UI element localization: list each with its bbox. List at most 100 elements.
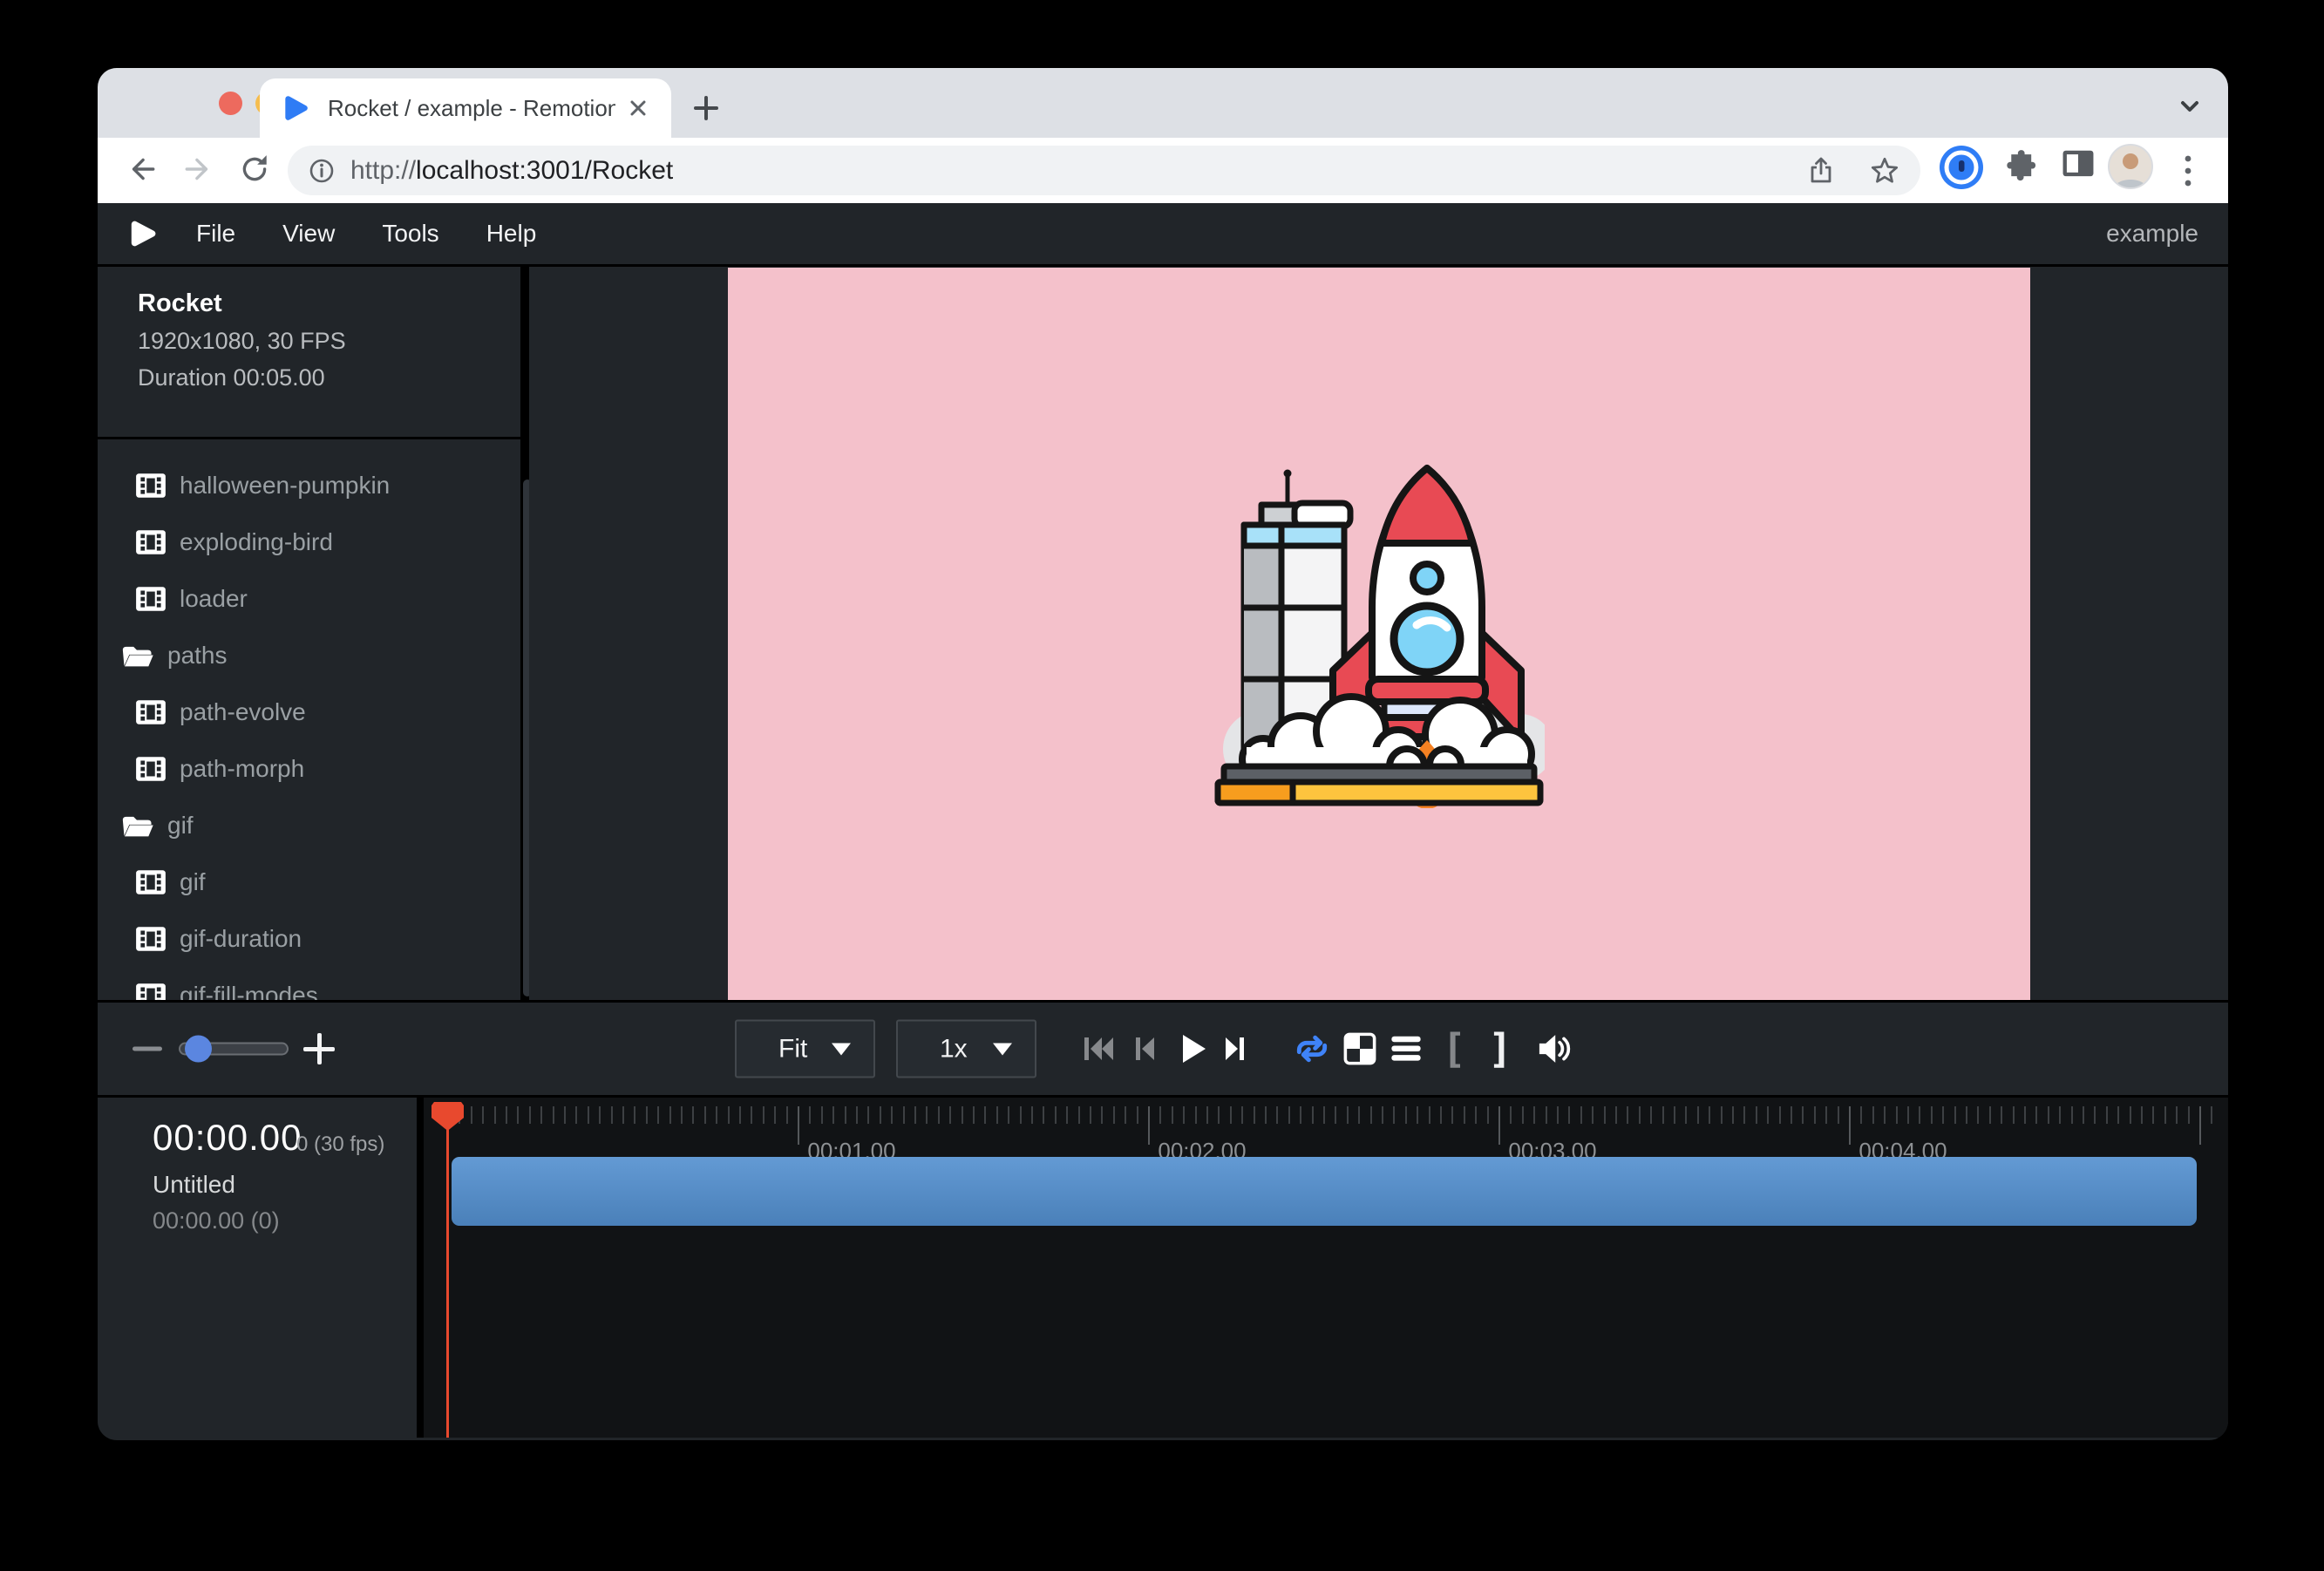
workspace-label: example — [2106, 220, 2198, 248]
compositions-sidebar: Rocket 1920x1080, 30 FPS Duration 00:05.… — [98, 267, 520, 1000]
timeline-rows-button[interactable] — [1390, 1034, 1423, 1064]
out-point-button[interactable]: ] — [1488, 1029, 1512, 1069]
playhead-line — [446, 1103, 449, 1438]
sidebar-divider — [98, 437, 520, 439]
reload-button[interactable] — [228, 143, 281, 195]
sidebar-folder-paths[interactable]: paths — [98, 627, 520, 684]
sidebar-composition-loader[interactable]: loader — [98, 570, 520, 628]
playback-rate-value: 1x — [940, 1034, 968, 1064]
film-icon — [134, 472, 167, 500]
share-icon[interactable] — [1805, 155, 1837, 187]
sidebar-composition-gif-duration[interactable]: gif-duration — [98, 910, 520, 968]
transparency-checkerboard-button[interactable] — [1343, 1032, 1376, 1065]
playhead-handle[interactable] — [432, 1102, 464, 1131]
sidebar-item-label: paths — [167, 642, 228, 670]
tab-search-chevron-icon[interactable] — [2172, 89, 2207, 124]
bookmark-star-icon[interactable] — [1868, 154, 1901, 187]
sidebar-folder-gif[interactable]: gif — [98, 797, 520, 854]
play-button[interactable] — [1179, 1032, 1208, 1065]
timeline-track-area[interactable]: 00:01.0000:02.0000:03.0000:04.00 — [424, 1098, 2228, 1438]
sidebar-item-label: exploding-bird — [180, 528, 333, 556]
sidebar-item-label: gif — [167, 812, 194, 840]
menu-help[interactable]: Help — [463, 220, 561, 248]
playback-controls-bar: Fit 1x [ ] — [98, 1000, 2228, 1098]
film-icon — [134, 868, 167, 896]
preview-area — [529, 267, 2228, 1000]
menu-view[interactable]: View — [259, 220, 358, 248]
main-content: Rocket 1920x1080, 30 FPS Duration 00:05.… — [98, 267, 2228, 1000]
sidebar-item-label: path-morph — [180, 755, 304, 783]
sidebar-composition-gif[interactable]: gif — [98, 854, 520, 911]
desktop-background: Rocket / example - Remotion P http://loc… — [0, 0, 2324, 1571]
sidebar-composition-path-morph[interactable]: path-morph — [98, 740, 520, 798]
sidebar-item-label: halloween-pumpkin — [180, 472, 390, 500]
sidebar-composition-halloween-pumpkin[interactable]: halloween-pumpkin — [98, 457, 520, 514]
current-timecode: 00:00.00 — [153, 1117, 302, 1159]
playback-rate-select[interactable]: 1x — [896, 1020, 1036, 1078]
extensions-puzzle-icon[interactable] — [1998, 143, 2040, 185]
close-window-button[interactable] — [219, 92, 242, 115]
tab-strip: Rocket / example - Remotion P — [98, 68, 2228, 138]
url-text: http://localhost:3001/Rocket — [350, 156, 673, 186]
profile-avatar[interactable] — [2107, 143, 2154, 190]
film-icon — [134, 755, 167, 783]
timeline-info-pane: 00:00.00 0 (30 fps) Untitled 00:00.00 (0… — [98, 1098, 417, 1438]
menu-file[interactable]: File — [173, 220, 259, 248]
timeline-divider — [417, 1098, 424, 1438]
timeline-panel: 00:00.00 0 (30 fps) Untitled 00:00.00 (0… — [98, 1098, 2228, 1438]
folder-open-icon — [120, 813, 155, 839]
sidebar-composition-gif-fill-modes[interactable]: gif-fill-modes — [98, 967, 520, 1000]
loop-toggle-button[interactable] — [1293, 1031, 1331, 1066]
film-icon — [134, 585, 167, 613]
chevron-down-icon — [832, 1043, 851, 1055]
browser-window: Rocket / example - Remotion P http://loc… — [98, 68, 2228, 1440]
app-menubar: File View Tools Help example — [98, 203, 2228, 267]
in-point-button[interactable]: [ — [1442, 1029, 1466, 1069]
menu-tools[interactable]: Tools — [358, 220, 462, 248]
film-icon — [134, 925, 167, 953]
sidebar-item-label: loader — [180, 585, 248, 613]
back-button[interactable] — [115, 143, 167, 195]
url-bar[interactable]: http://localhost:3001/Rocket — [288, 146, 1920, 195]
track-name: Untitled — [153, 1171, 235, 1199]
zoom-slider-thumb[interactable] — [185, 1036, 212, 1063]
onepassword-extension-icon[interactable] — [1937, 143, 1986, 192]
sidebar-composition-path-evolve[interactable]: path-evolve — [98, 683, 520, 741]
composition-duration: Duration 00:05.00 — [138, 364, 325, 391]
sidebar-item-label: gif — [180, 868, 206, 896]
remotion-logo-icon[interactable] — [127, 219, 157, 248]
video-canvas — [728, 268, 2030, 1000]
current-frame-info: 0 (30 fps) — [296, 1132, 384, 1157]
new-tab-button[interactable] — [689, 91, 724, 126]
film-icon — [134, 528, 167, 556]
sequence-track-bar[interactable] — [452, 1157, 2197, 1226]
zoom-out-button[interactable] — [133, 1047, 162, 1051]
size-select[interactable]: Fit — [735, 1020, 875, 1078]
tab-close-icon[interactable] — [626, 96, 650, 120]
browser-menu-kebab-icon[interactable] — [2171, 150, 2205, 192]
previous-frame-button[interactable] — [1131, 1033, 1158, 1064]
browser-tab[interactable]: Rocket / example - Remotion P — [260, 78, 671, 138]
folder-open-icon — [120, 643, 155, 669]
browser-toolbar: http://localhost:3001/Rocket — [98, 138, 2228, 203]
sidebar-item-label: path-evolve — [180, 698, 306, 726]
track-time: 00:00.00 (0) — [153, 1207, 280, 1234]
remotion-favicon-icon — [281, 93, 310, 123]
film-icon — [134, 698, 167, 726]
tab-title: Rocket / example - Remotion P — [328, 95, 615, 122]
zoom-in-button[interactable] — [303, 1033, 335, 1064]
film-icon — [134, 982, 167, 1000]
composition-title: Rocket — [138, 289, 222, 318]
next-frame-button[interactable] — [1222, 1033, 1248, 1064]
chevron-down-icon — [993, 1043, 1012, 1055]
side-panel-icon[interactable] — [2057, 143, 2099, 185]
sidebar-composition-exploding-bird[interactable]: exploding-bird — [98, 513, 520, 571]
forward-button[interactable] — [173, 143, 225, 195]
composition-resolution: 1920x1080, 30 FPS — [138, 328, 346, 355]
size-select-value: Fit — [778, 1034, 807, 1064]
site-info-icon[interactable] — [307, 156, 336, 186]
jump-to-start-button[interactable] — [1081, 1033, 1116, 1064]
volume-button[interactable] — [1535, 1031, 1573, 1066]
rocket-illustration — [1213, 459, 1545, 808]
sidebar-item-label: gif-fill-modes — [180, 982, 318, 1000]
